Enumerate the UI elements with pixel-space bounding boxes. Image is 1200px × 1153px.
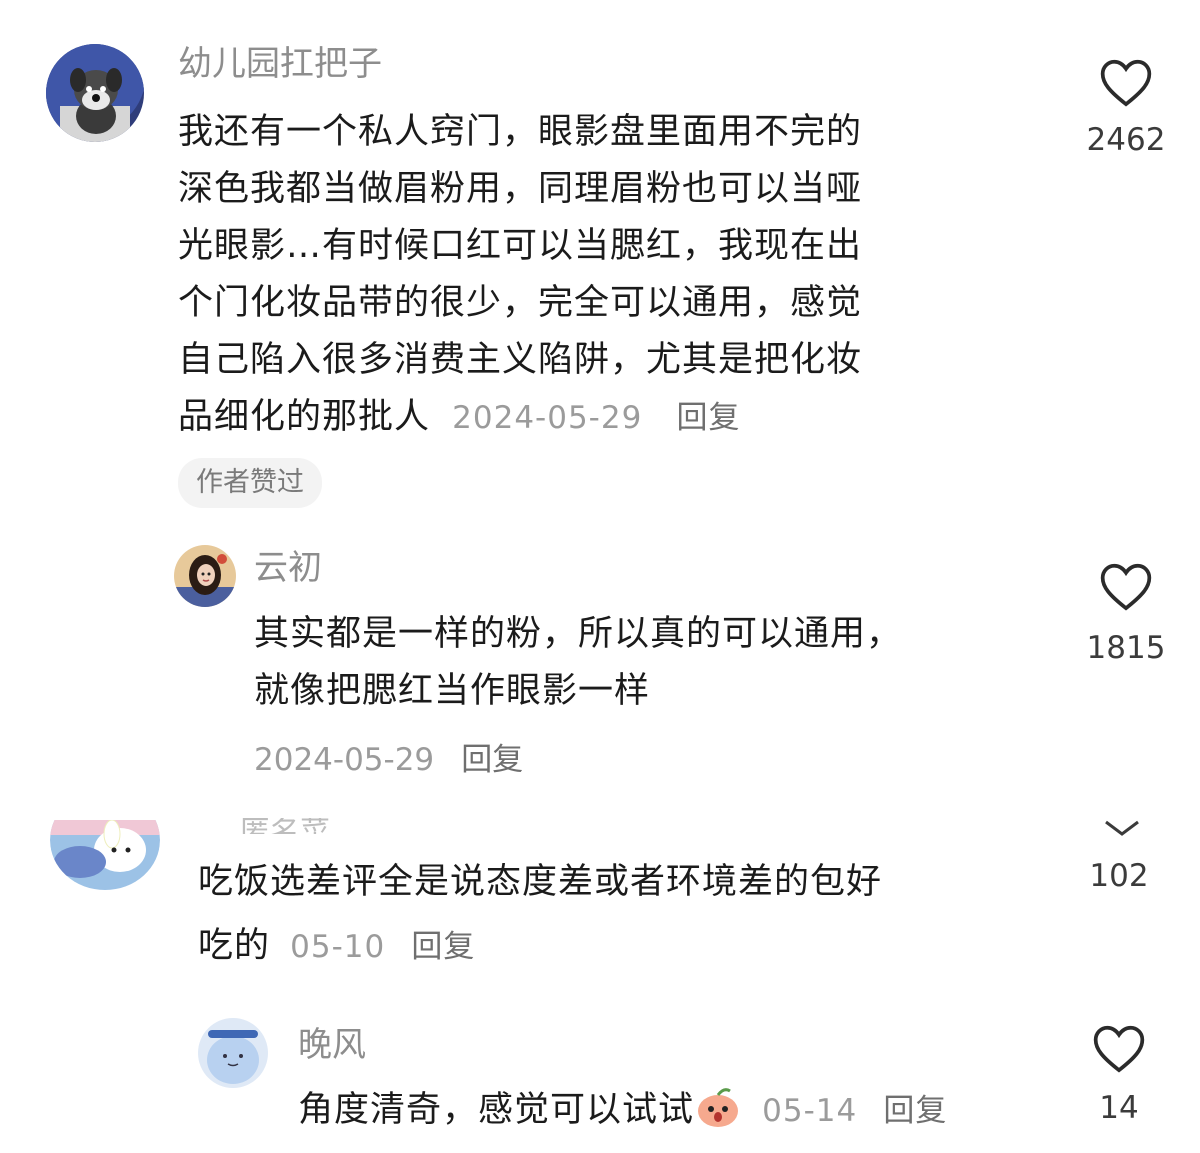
like-count: 102 — [1089, 858, 1149, 894]
avatar-wanfeng[interactable] — [198, 1018, 268, 1088]
comment-text-line: 其实都是一样的粉，所以真的可以通用， — [254, 614, 903, 654]
comment-body: 我还有一个私人窍门，眼影盘里面用不完的 深色我都当做眉粉用，同理眉粉也可以当哑 … — [178, 104, 1038, 447]
like-button[interactable]: 1815 — [1071, 560, 1181, 666]
comment-text-line: 深色我都当做眉粉用，同理眉粉也可以当哑 — [178, 169, 863, 209]
comment-text-line: 吃的 — [198, 926, 271, 966]
comment-body: 吃饭选差评全是说态度差或者环境差的包好 吃的 05-10 回复 — [198, 850, 1058, 979]
blue-blob-avatar-icon — [198, 1018, 268, 1088]
reply-button[interactable]: 回复 — [461, 742, 523, 778]
comment-last-line: 吃的 05-10 回复 — [198, 914, 1058, 979]
heart-outline-icon — [1093, 1025, 1145, 1073]
comment-text-line: 我还有一个私人窍门，眼影盘里面用不完的 — [178, 112, 863, 152]
avatar-yunchu[interactable] — [174, 545, 236, 607]
like-count: 1815 — [1086, 630, 1166, 666]
like-count: 2462 — [1086, 122, 1166, 158]
comment-username[interactable]: 幼儿园扛把子 — [178, 44, 382, 84]
comment-text-line: 吃饭选差评全是说态度差或者环境差的包好 — [198, 862, 883, 902]
comment-username[interactable]: 云初 — [254, 548, 322, 588]
comment-date: 05-10 — [290, 929, 386, 965]
reply-button[interactable]: 回复 — [411, 929, 475, 965]
reply-button[interactable]: 回复 — [883, 1093, 947, 1129]
comment-date: 2024-05-29 — [452, 400, 643, 436]
schnauzer-plush-avatar-icon — [46, 44, 144, 142]
comment-body: 其实都是一样的粉，所以真的可以通用， 就像把腮红当作眼影一样 — [254, 606, 1054, 720]
comment-username[interactable]: 晚风 — [298, 1025, 366, 1065]
comment-username[interactable]: 匿名菜 — [240, 818, 330, 834]
like-button[interactable]: 2462 — [1071, 56, 1181, 158]
avatar-youeryuan[interactable] — [46, 44, 144, 142]
comment-date: 05-14 — [762, 1093, 858, 1129]
heart-outline-icon — [1100, 59, 1152, 107]
cartoon-bunny-avatar-icon — [50, 820, 160, 890]
comment-text-line: 角度清奇，感觉可以试试 — [298, 1090, 695, 1130]
comment-text-line: 个门化妆品带的很少，完全可以通用，感觉 — [178, 283, 863, 323]
comment-meta: 2024-05-29 回复 — [254, 734, 523, 779]
surprised-peach-emoji-icon — [698, 1088, 739, 1127]
comment-text-line: 品细化的那批人 — [178, 397, 431, 437]
reply-button[interactable]: 回复 — [676, 400, 740, 436]
author-liked-badge: 作者赞过 — [178, 458, 322, 508]
avatar-comment-3[interactable] — [50, 820, 160, 890]
chevron-down-icon[interactable] — [1102, 818, 1142, 838]
illustrated-girl-avatar-icon — [174, 545, 236, 607]
comment-last-line: 品细化的那批人 2024-05-29 回复 — [178, 389, 1038, 447]
comment-text-line: 就像把腮红当作眼影一样 — [254, 671, 651, 711]
heart-outline-icon — [1100, 563, 1152, 611]
comment-body: 角度清奇，感觉可以试试 05-14 回复 — [298, 1082, 1058, 1140]
like-count-column: 102 — [1064, 858, 1174, 894]
comment-text-line: 自己陷入很多消费主义陷阱，尤其是把化妆 — [178, 340, 863, 380]
comment-text-line: 光眼影…有时候口红可以当腮红，我现在出 — [178, 226, 863, 266]
comment-date: 2024-05-29 — [254, 742, 435, 778]
like-count: 14 — [1099, 1090, 1139, 1126]
like-button[interactable]: 14 — [1064, 1022, 1174, 1126]
